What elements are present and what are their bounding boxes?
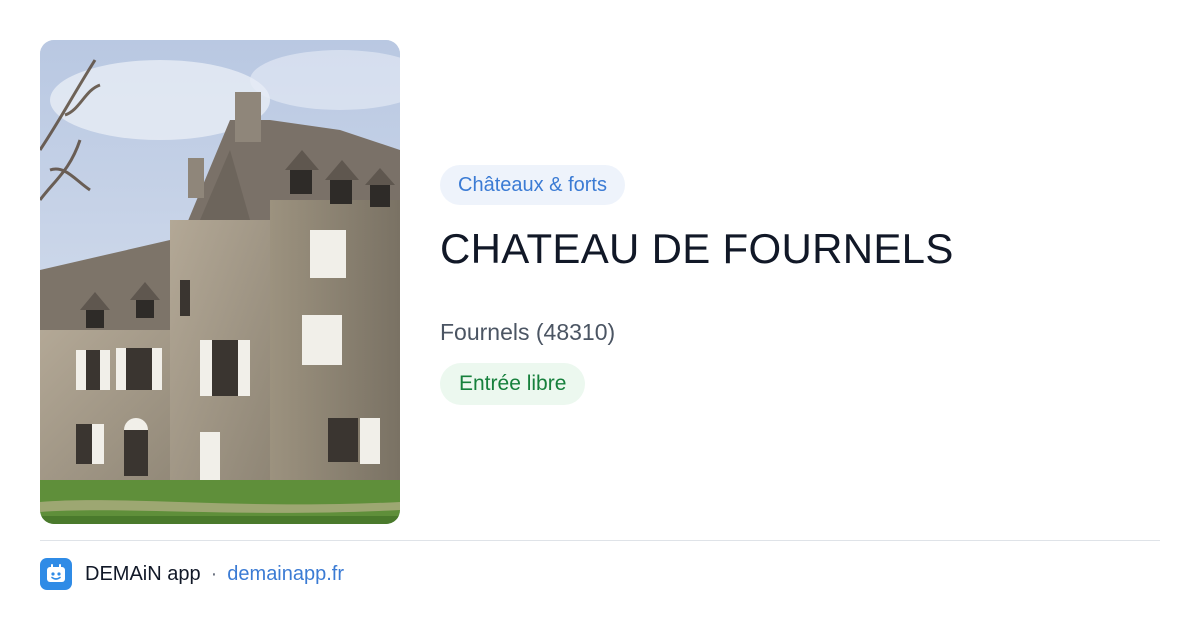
place-info: Châteaux & forts CHATEAU DE FOURNELS Fou… (440, 165, 1160, 405)
app-name: DEMAiN app (85, 562, 201, 585)
footer-separator: · (210, 562, 218, 585)
footer-divider (40, 540, 1160, 541)
access-badge: Entrée libre (440, 363, 586, 405)
footer: DEMAiN app · demainapp.fr (40, 558, 344, 590)
demain-app-logo-icon (40, 558, 72, 590)
site-link[interactable]: demainapp.fr (227, 563, 344, 586)
place-title: CHATEAU DE FOURNELS (440, 225, 954, 272)
place-photo (40, 40, 400, 524)
category-badge[interactable]: Châteaux & forts (440, 165, 625, 205)
place-location: Fournels (48310) (440, 319, 616, 345)
